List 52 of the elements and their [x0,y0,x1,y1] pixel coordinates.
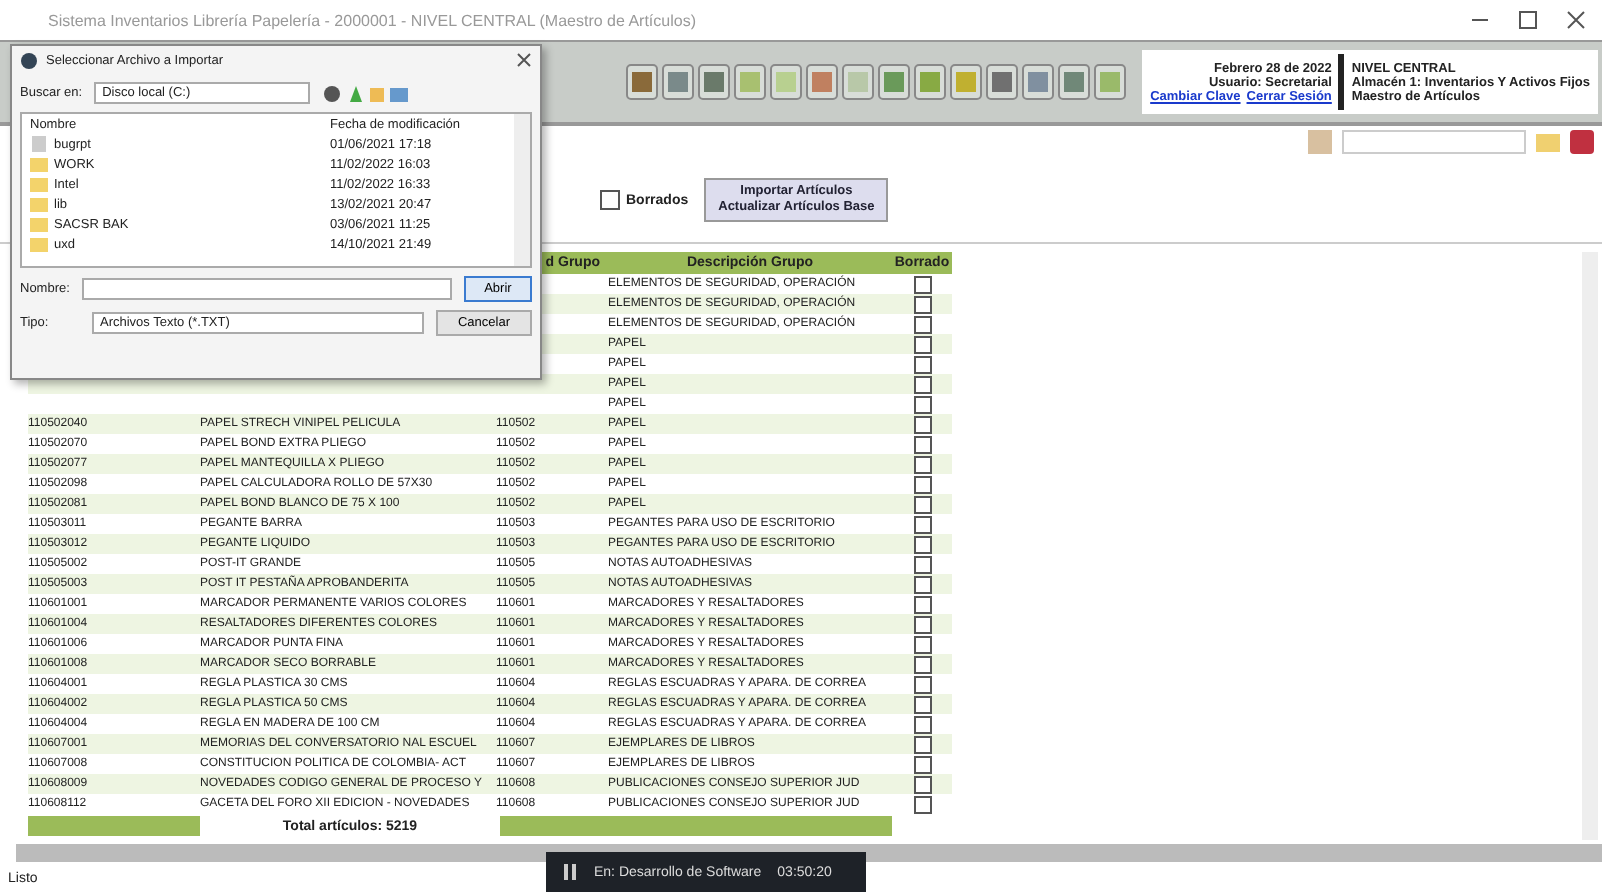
deleted-checkbox[interactable] [913,595,931,613]
deleted-checkbox[interactable] [913,755,931,773]
toolbar-icon[interactable] [698,64,731,100]
deleted-checkbox[interactable] [913,655,931,673]
deleted-checkbox[interactable] [913,635,931,653]
deleted-checkbox[interactable] [913,435,931,453]
deleted-checkbox[interactable] [913,355,931,373]
deleted-checkbox[interactable] [913,555,931,573]
deleted-checkbox[interactable] [913,455,931,473]
deleted-checkbox[interactable] [913,535,931,553]
deleted-checkbox[interactable] [913,615,931,633]
pause-icon[interactable] [562,864,578,880]
close-icon[interactable] [1566,10,1586,30]
toolbar-icon[interactable] [1022,64,1055,100]
toolbar-icon[interactable] [662,64,695,100]
deleted-checkbox[interactable] [913,395,931,413]
toolbar-icon[interactable] [986,64,1019,100]
search-field[interactable] [1342,130,1526,154]
toolbar-icon[interactable] [950,64,983,100]
toolbar-icon[interactable] [842,64,875,100]
deleted-checkbox[interactable] [913,495,931,513]
deleted-checkbox[interactable] [913,335,931,353]
toolbar-icon[interactable] [1058,64,1091,100]
deleted-checkbox[interactable] [913,295,931,313]
deleted-checkbox[interactable] [913,375,931,393]
deleted-checkbox[interactable] [913,675,931,693]
deleted-checkbox[interactable] [913,475,931,493]
toolbar-icon[interactable] [914,64,947,100]
deleted-checkbox[interactable] [913,275,931,293]
deleted-checkbox[interactable] [913,315,931,333]
close-icon[interactable] [516,52,532,68]
toolbar-icon[interactable] [734,64,767,100]
deleted-checkbox[interactable] [913,715,931,733]
deleted-checkbox[interactable] [913,695,931,713]
maximize-icon[interactable] [1518,10,1538,30]
file-icon [30,136,48,152]
toolbar-icon[interactable] [878,64,911,100]
file-name-field[interactable] [81,278,452,300]
toolbar-icon[interactable] [626,64,659,100]
scrollbar[interactable] [514,114,530,266]
window-title: Sistema Inventarios Librería Papelería - 2000001 - NIVEL CENTRAL (Maestro de Artículos) [48,11,696,29]
deleted-checkbox[interactable] [913,735,931,753]
deleted-checkbox[interactable] [913,775,931,793]
deleted-checkbox[interactable] [913,795,931,813]
deleted-checkbox[interactable] [913,515,931,533]
toolbar-icon[interactable] [770,64,803,100]
deleted-checkbox[interactable] [913,415,931,433]
toolbar-icon[interactable] [806,64,839,100]
app-icon [20,51,38,69]
navigation-icons[interactable] [322,83,411,103]
deleted-checkbox[interactable] [913,575,931,593]
toolbar-icon[interactable] [1094,64,1127,100]
